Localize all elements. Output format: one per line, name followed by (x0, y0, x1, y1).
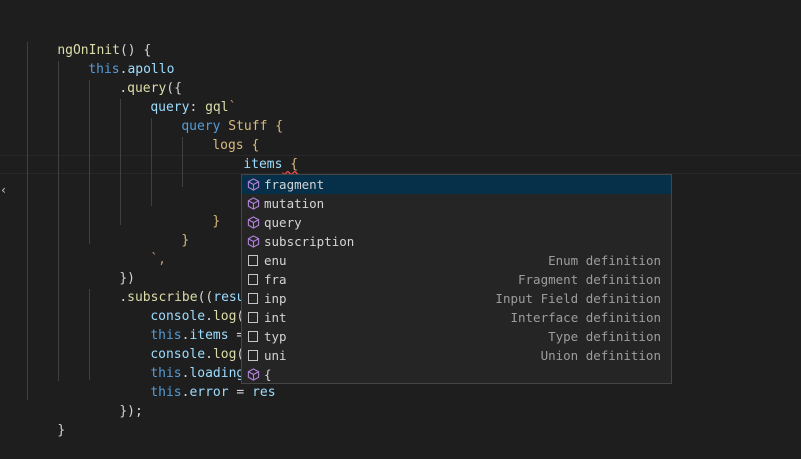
code-line-13: }) (88, 250, 135, 286)
suggest-item[interactable]: inp Input Field definition (242, 289, 671, 308)
code-token: this (150, 385, 182, 400)
cube-icon (247, 216, 260, 229)
code-token: } (57, 423, 66, 438)
suggest-widget[interactable]: fragment mutation query subscription enu E… (241, 174, 672, 384)
code-token: = (228, 385, 253, 400)
suggest-label: uni (264, 348, 287, 363)
suggest-item[interactable]: mutation (242, 194, 671, 213)
code-line-20: }); (88, 383, 142, 419)
suggest-item[interactable]: uni Union definition (242, 346, 671, 365)
suggest-detail: Fragment definition (518, 272, 661, 287)
code-line-4: query: gql` (119, 79, 236, 115)
code-token: { (282, 157, 299, 172)
suggest-label: typ (264, 329, 287, 344)
cube-icon (247, 368, 260, 381)
cube-icon (247, 235, 260, 248)
code-token: } (181, 233, 190, 248)
indent-guide (27, 42, 28, 400)
code-token: res (252, 385, 276, 400)
suggest-item[interactable]: typ Type definition (242, 327, 671, 346)
suggest-item[interactable]: int Interface definition (242, 308, 671, 327)
suggest-label: query (264, 215, 302, 230)
code-token: error (189, 385, 229, 400)
suggest-label: fra (264, 272, 287, 287)
code-line-1: ngOnInit() { (26, 22, 151, 58)
suggest-label: fragment (264, 177, 325, 192)
suggest-label: mutation (264, 196, 325, 211)
suggest-detail: Interface definition (510, 310, 661, 325)
code-line-21: } (26, 402, 65, 438)
suggest-item[interactable]: subscription (242, 232, 671, 251)
cube-icon (247, 178, 260, 191)
suggest-label: subscription (264, 234, 355, 249)
cube-icon (247, 197, 260, 210)
snippet-icon (248, 350, 258, 361)
snippet-icon (248, 312, 258, 323)
code-line-11: } (150, 212, 189, 248)
suggest-label: { (264, 367, 272, 382)
suggest-item[interactable]: fra Fragment definition (242, 270, 671, 289)
suggest-detail: Type definition (548, 329, 661, 344)
code-line-7: items { (212, 136, 298, 172)
code-line-3: .query({ (88, 60, 182, 96)
code-token: items (243, 157, 283, 172)
code-token: { (267, 119, 284, 134)
suggest-label: inp (264, 291, 287, 306)
suggest-label: enu (264, 253, 287, 268)
suggest-detail: Enum definition (548, 253, 661, 268)
snippet-icon (248, 331, 258, 342)
suggest-item[interactable]: fragment (242, 175, 671, 194)
code-line-10: } (181, 193, 220, 229)
code-token: }); (119, 404, 143, 419)
code-token: `, (150, 252, 166, 267)
suggest-detail: Union definition (540, 348, 661, 363)
code-token: } (212, 214, 221, 229)
indent-guide (58, 61, 59, 381)
code-line-12: `, (119, 231, 166, 267)
code-line-5: query Stuff { (150, 98, 283, 134)
code-line-6: logs { (181, 117, 259, 153)
suggest-item[interactable]: { (242, 365, 671, 384)
suggest-label: int (264, 310, 287, 325)
suggest-item[interactable]: query (242, 213, 671, 232)
snippet-icon (248, 274, 258, 285)
suggest-detail: Input Field definition (495, 291, 661, 306)
snippet-icon (248, 255, 258, 266)
snippet-icon (248, 293, 258, 304)
fold-marker-icon[interactable]: ‹ (0, 183, 7, 197)
code-line-2: this.apollo (57, 41, 174, 77)
suggest-item[interactable]: enu Enum definition (242, 251, 671, 270)
